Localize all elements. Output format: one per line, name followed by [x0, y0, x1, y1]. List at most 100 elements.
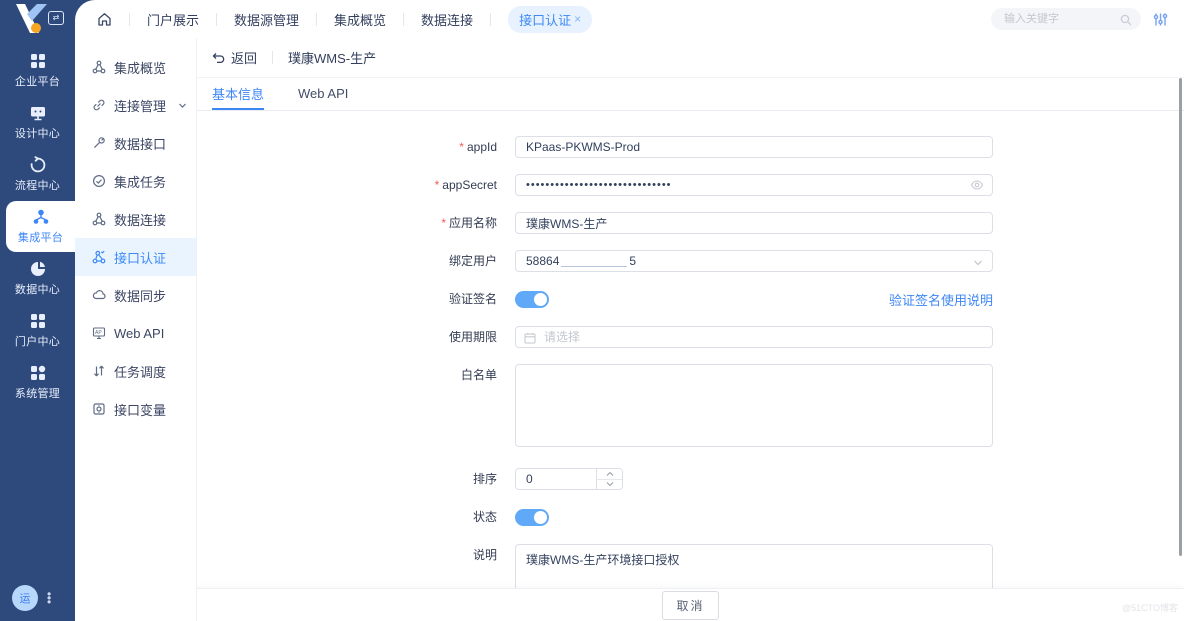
workspace-switch-icon[interactable]: ⇄	[48, 11, 64, 25]
cancel-button[interactable]: 取消	[662, 591, 718, 620]
search-box	[991, 8, 1141, 30]
page-title: 璞康WMS-生产	[288, 48, 376, 67]
sidebar-item-data-sync[interactable]: 数据同步	[75, 276, 196, 314]
nav-tab-dataconn[interactable]: 数据连接	[421, 10, 473, 29]
logo-row: ⇄	[0, 0, 75, 38]
watermark-text: @51CTO博客	[1122, 601, 1178, 614]
sidebar-item-task-schedule[interactable]: 任务调度	[75, 352, 196, 390]
sidebar-item-data-interface[interactable]: 数据接口	[75, 124, 196, 162]
more-options-icon[interactable]: •••	[47, 592, 51, 604]
rail-item-system[interactable]: 系统管理	[0, 357, 75, 408]
top-navigation-bar: 门户展示 数据源管理 集成概览 数据连接 接口认证 ×	[75, 0, 1184, 38]
chevron-down-icon[interactable]	[178, 101, 187, 110]
field-label: *appId	[212, 136, 497, 158]
svg-text:AP: AP	[95, 330, 102, 336]
bind-user-value-suffix: 5	[629, 254, 636, 268]
wrench-icon	[92, 136, 106, 150]
form-footer: 取消	[197, 588, 1184, 621]
sidebar-item-label: 接口变量	[114, 400, 166, 419]
sidebar-item-label: 集成概览	[114, 58, 166, 77]
bind-user-select[interactable]: 58864 5	[515, 250, 993, 272]
eye-icon[interactable]	[970, 178, 984, 197]
nav-tab-portal[interactable]: 门户展示	[147, 10, 199, 29]
sidebar-item-api-auth[interactable]: 接口认证	[75, 238, 196, 276]
search-icon[interactable]	[1120, 13, 1132, 31]
field-label: 排序	[212, 468, 497, 490]
cycle-icon	[29, 156, 47, 174]
sidebar-item-api-variable[interactable]: 接口变量	[75, 390, 196, 428]
breadcrumb-divider	[272, 51, 273, 64]
sort-number-input	[515, 468, 623, 490]
home-icon[interactable]	[97, 12, 112, 27]
form-row-appsecret: *appSecret	[212, 174, 1184, 196]
nav-tab-label: 接口认证	[519, 10, 571, 29]
sidebar-item-web-api[interactable]: AP Web API	[75, 314, 196, 352]
auth-form: *appId *appSecret *应用名称	[197, 111, 1184, 607]
field-label: 白名单	[212, 364, 497, 386]
close-tab-icon[interactable]: ×	[574, 12, 581, 26]
sidebar-item-label: 任务调度	[114, 362, 166, 381]
calendar-icon	[524, 331, 536, 349]
form-row-binduser: 绑定用户 58864 5	[212, 250, 1184, 272]
sidebar-item-label: 数据接口	[114, 134, 166, 153]
form-row-status: 状态	[212, 506, 1184, 528]
rail-item-label: 企业平台	[15, 73, 60, 89]
module-sidebar: 集成概览 连接管理 数据接口 集成任务	[75, 38, 197, 621]
verify-sign-help-link[interactable]: 验证签名使用说明	[889, 290, 993, 309]
field-label: 说明	[212, 544, 497, 566]
filter-sliders-icon[interactable]	[1153, 12, 1168, 27]
rail-item-label: 系统管理	[15, 385, 60, 401]
spin-up-icon[interactable]	[597, 469, 622, 479]
toggle-knob	[534, 511, 547, 524]
rail-menu: 企业平台 设计中心 流程中心	[0, 38, 75, 408]
rail-item-portal-center[interactable]: 门户中心	[0, 305, 75, 356]
chevron-down-icon[interactable]	[973, 258, 983, 267]
nav-tab-auth-active[interactable]: 接口认证 ×	[508, 6, 592, 33]
sidebar-item-integration-overview[interactable]: 集成概览	[75, 48, 196, 86]
sidebar-item-integration-task[interactable]: 集成任务	[75, 162, 196, 200]
tab-basic-info[interactable]: 基本信息	[212, 78, 264, 110]
form-row-period: 使用期限	[212, 326, 1184, 348]
rail-item-design[interactable]: 设计中心	[0, 97, 75, 148]
primary-rail: ⇄ 企业平台 设计中心	[0, 0, 75, 621]
rail-item-integration[interactable]: 集成平台	[6, 201, 75, 252]
rail-item-process[interactable]: 流程中心	[0, 149, 75, 200]
back-button[interactable]: 返回	[212, 48, 257, 67]
form-row-verifysign: 验证签名 验证签名使用说明	[212, 288, 1184, 310]
status-toggle[interactable]	[515, 509, 549, 526]
rail-item-label: 设计中心	[15, 125, 60, 141]
nav-divider	[316, 13, 317, 26]
search-input[interactable]	[991, 8, 1141, 30]
field-label: *应用名称	[212, 212, 497, 234]
form-row-whitelist: 白名单	[212, 364, 1184, 452]
rail-item-label: 流程中心	[15, 177, 60, 193]
form-row-appname: *应用名称	[212, 212, 1184, 234]
tab-web-api[interactable]: Web API	[298, 78, 348, 110]
bind-user-value-prefix: 58864	[526, 254, 559, 268]
sidebar-item-label: 集成任务	[114, 172, 166, 191]
appname-input[interactable]	[515, 212, 993, 234]
vertical-scrollbar[interactable]	[1179, 78, 1182, 556]
sort-arrows-icon	[92, 364, 106, 378]
rail-item-label: 集成平台	[18, 229, 63, 245]
rail-item-data-center[interactable]: 数据中心	[0, 253, 75, 304]
detail-tabs: 基本信息 Web API	[197, 78, 1184, 111]
rail-item-enterprise[interactable]: 企业平台	[0, 45, 75, 96]
sidebar-item-connection-mgmt[interactable]: 连接管理	[75, 86, 196, 124]
field-label: *appSecret	[212, 174, 497, 196]
nav-tab-overview[interactable]: 集成概览	[334, 10, 386, 29]
sort-input[interactable]	[516, 469, 596, 489]
whitelist-textarea[interactable]	[515, 364, 993, 447]
toggle-knob	[534, 293, 547, 306]
user-avatar[interactable]: 运	[12, 585, 38, 611]
spin-down-icon[interactable]	[597, 479, 622, 490]
app-window: ⇄ 企业平台 设计中心	[0, 0, 1184, 621]
use-period-input[interactable]	[515, 326, 993, 348]
appsecret-input[interactable]	[515, 174, 993, 196]
nav-divider	[129, 13, 130, 26]
sidebar-item-data-connection[interactable]: 数据连接	[75, 200, 196, 238]
sidebar-item-label: Web API	[114, 326, 164, 341]
verify-sign-toggle[interactable]	[515, 291, 549, 308]
appid-input[interactable]	[515, 136, 993, 158]
nav-tab-datasource[interactable]: 数据源管理	[234, 10, 299, 29]
